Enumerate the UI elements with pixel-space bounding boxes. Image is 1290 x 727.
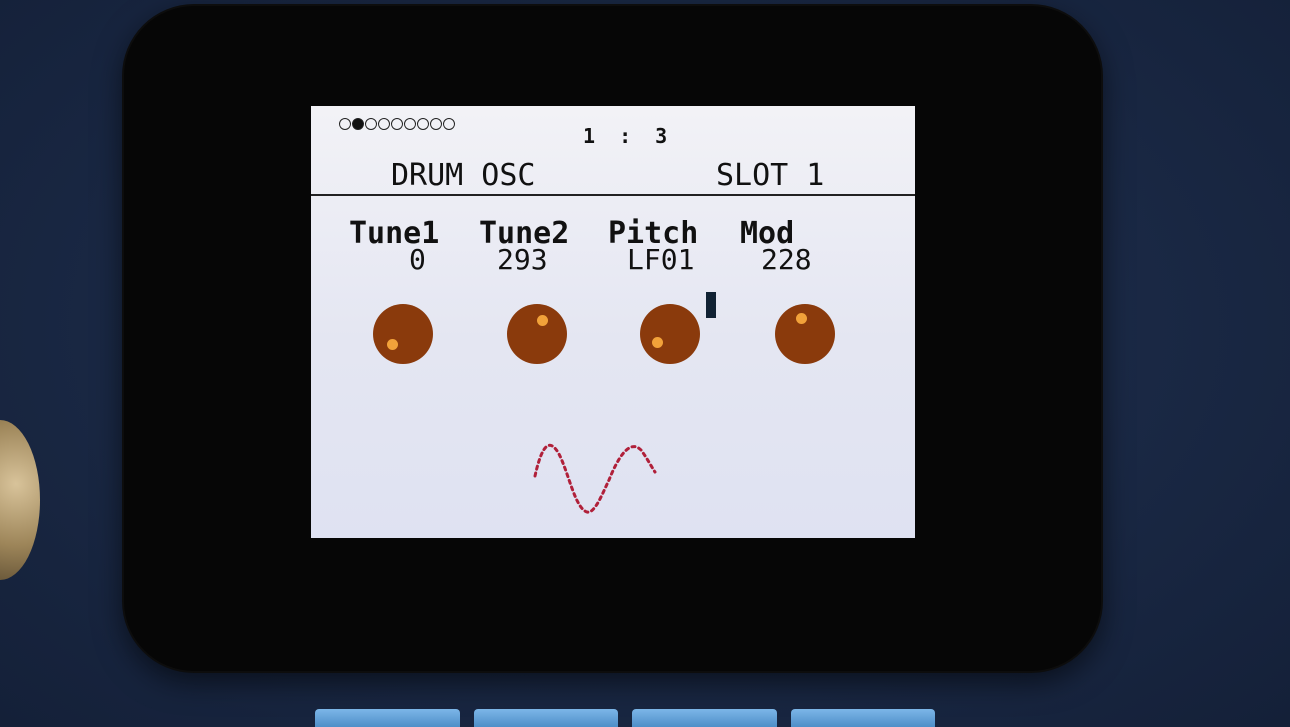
screen-title: DRUM OSC xyxy=(391,158,536,193)
side-encoder-knob[interactable] xyxy=(0,420,40,580)
page-dot-4 xyxy=(378,118,390,130)
knob-pointer xyxy=(387,339,398,350)
knob-mod[interactable] xyxy=(775,304,835,364)
screen-header: 1 : 3 DRUM OSC SLOT 1 xyxy=(311,106,915,194)
knob-pointer xyxy=(652,337,663,348)
knob-pointer xyxy=(796,313,807,324)
page-dot-6 xyxy=(404,118,416,130)
param-value-pitch: LF01 xyxy=(627,243,695,276)
lcd-screen: 1 : 3 DRUM OSC SLOT 1 Tune1 Tune2 Pitch … xyxy=(311,106,915,538)
hw-button-1[interactable] xyxy=(315,709,460,727)
hw-button-4[interactable] xyxy=(790,709,935,727)
knob-tune1[interactable] xyxy=(373,304,433,364)
page-dot-1 xyxy=(339,118,351,130)
knob-pointer xyxy=(537,315,548,326)
page-dot-5 xyxy=(391,118,403,130)
knob-tune2[interactable] xyxy=(507,304,567,364)
hw-button-3[interactable] xyxy=(632,709,777,727)
cursor-marker xyxy=(706,292,716,318)
header-divider xyxy=(311,194,915,196)
page-dot-7 xyxy=(417,118,429,130)
page-dot-3 xyxy=(365,118,377,130)
page-dot-8 xyxy=(430,118,442,130)
hw-button-2[interactable] xyxy=(473,709,618,727)
param-value-tune1: 0 xyxy=(409,243,426,276)
page-dot-2-active xyxy=(352,118,364,130)
param-value-mod: 228 xyxy=(761,243,812,276)
page-indicator xyxy=(339,114,455,134)
slot-label: SLOT 1 xyxy=(716,158,825,193)
hardware-buttons xyxy=(315,709,935,727)
knob-pitch[interactable] xyxy=(640,304,700,364)
page-dot-9 xyxy=(443,118,455,130)
param-value-tune2: 293 xyxy=(497,243,548,276)
position-indicator: 1 : 3 xyxy=(583,124,674,148)
waveform-sine-icon xyxy=(533,443,657,514)
